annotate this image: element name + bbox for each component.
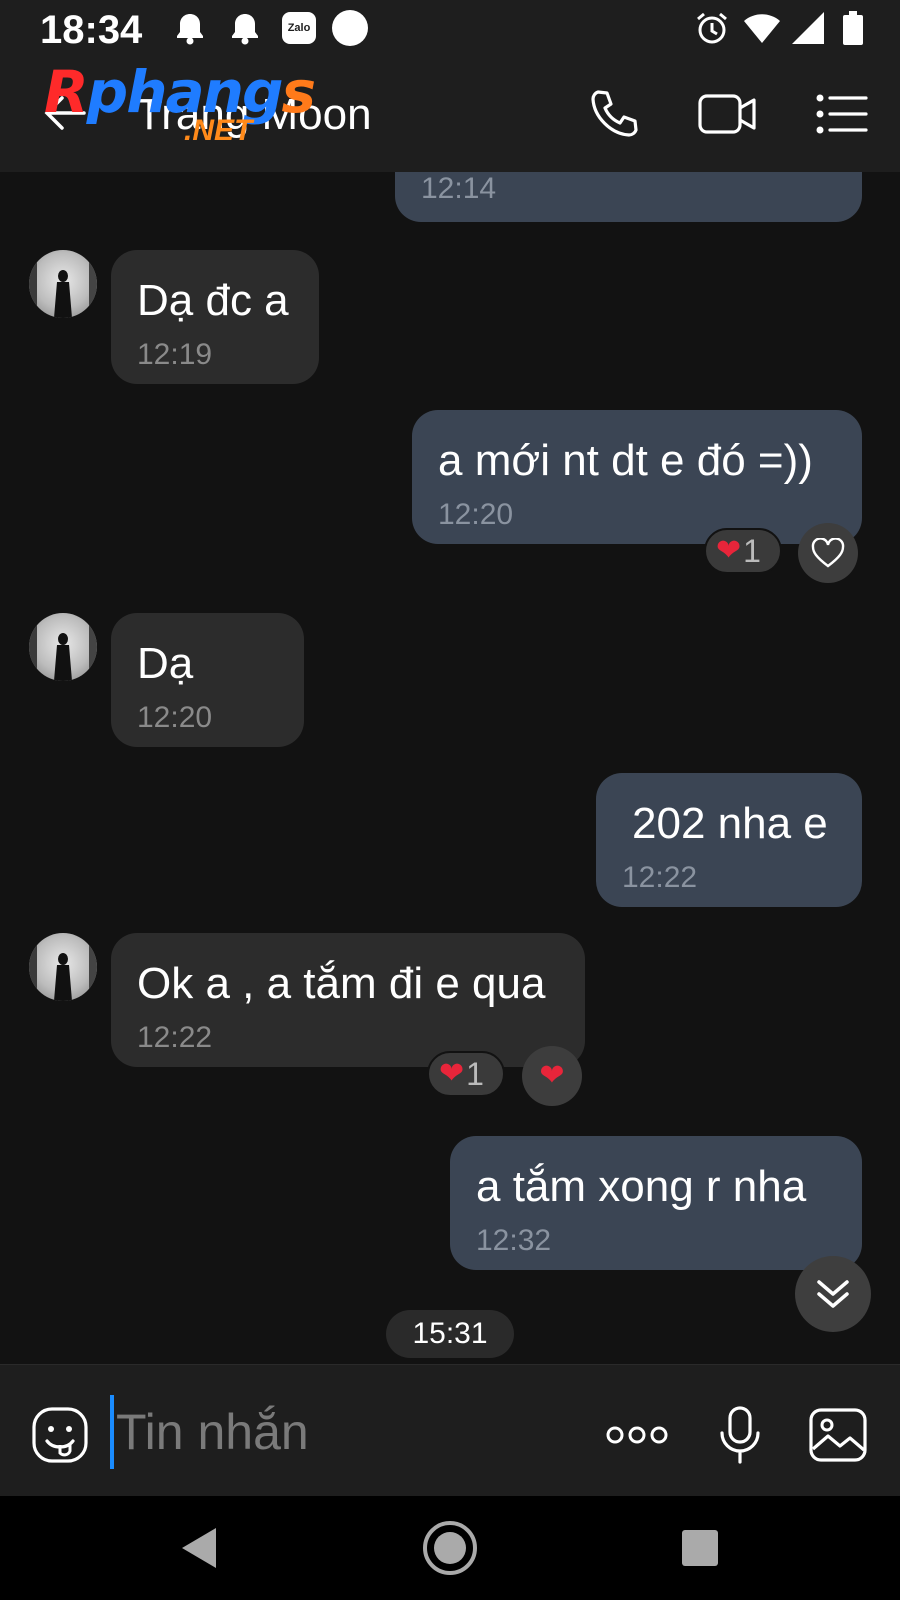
message-list[interactable]: 12:14 Dạ đc a 12:19 a mới nt dt e đó =))… (0, 172, 900, 1364)
heart-outline-icon (811, 538, 845, 568)
avatar[interactable] (29, 933, 97, 1001)
back-arrow-icon[interactable] (40, 88, 90, 138)
chat-header: Trang Moon Rphangs .NET (0, 58, 900, 172)
circle-icon (332, 10, 368, 46)
reaction-summary[interactable]: ❤ 1 (427, 1051, 505, 1097)
message-bubble-outgoing[interactable]: 202 nha e 12:22 (596, 773, 862, 907)
zalo-icon: Zalo (282, 12, 316, 44)
message-time: 12:19 (137, 338, 213, 371)
bell-icon (177, 14, 203, 45)
heart-icon: ❤ (439, 1057, 465, 1090)
reaction-count: 1 (466, 1055, 484, 1092)
message-time: 12:20 (438, 498, 514, 531)
message-input[interactable] (110, 1395, 580, 1469)
react-button[interactable] (798, 523, 858, 583)
avatar[interactable] (29, 613, 97, 681)
contact-name[interactable]: Trang Moon (136, 90, 372, 140)
reaction-summary[interactable]: ❤ 1 (704, 528, 782, 574)
status-bar: 18:34 Zalo (0, 0, 900, 58)
message-text: a mới nt dt e đó =)) (438, 436, 813, 485)
alarm-icon (697, 12, 727, 44)
message-time: 12:14 (421, 172, 497, 205)
message-bubble-incoming[interactable]: Dạ đc a 12:19 (111, 250, 319, 384)
battery-icon (843, 11, 863, 45)
react-button[interactable]: ❤ (522, 1046, 582, 1106)
composer-bar (0, 1364, 900, 1496)
video-call-icon[interactable] (696, 86, 758, 142)
phone-icon[interactable] (586, 86, 642, 142)
wifi-icon (744, 14, 780, 43)
time-separator: 15:31 (386, 1310, 514, 1358)
nav-recents-icon[interactable] (672, 1520, 728, 1576)
message-text: 202 nha e (632, 799, 828, 848)
bell-icon (232, 14, 258, 45)
message-text: Ok a , a tắm đi e qua (137, 959, 546, 1008)
message-text: Dạ đc a (137, 276, 289, 325)
heart-icon: ❤ (539, 1059, 565, 1092)
message-bubble-outgoing[interactable]: 12:14 (395, 172, 862, 222)
message-time: 12:32 (476, 1224, 552, 1257)
double-chevron-down-icon (817, 1280, 849, 1308)
sticker-icon[interactable] (30, 1405, 90, 1465)
microphone-icon[interactable] (710, 1405, 770, 1465)
avatar[interactable] (29, 250, 97, 318)
more-options-icon[interactable] (604, 1405, 670, 1465)
message-text: Dạ (137, 639, 194, 688)
nav-home-icon[interactable] (422, 1520, 478, 1576)
message-bubble-incoming[interactable]: Dạ 12:20 (111, 613, 304, 747)
message-time: 12:22 (622, 861, 698, 894)
nav-back-icon[interactable] (172, 1520, 228, 1576)
message-time: 12:22 (137, 1021, 213, 1054)
message-text: a tắm xong r nha (476, 1162, 807, 1211)
signal-icon (792, 12, 824, 44)
image-icon[interactable] (808, 1405, 868, 1465)
message-time: 12:20 (137, 701, 213, 734)
heart-icon: ❤ (716, 534, 742, 567)
message-bubble-incoming[interactable]: Ok a , a tắm đi e qua 12:22 (111, 933, 585, 1067)
scroll-to-bottom-button[interactable] (795, 1256, 871, 1332)
menu-list-icon[interactable] (814, 86, 870, 142)
message-bubble-outgoing[interactable]: a mới nt dt e đó =)) 12:20 (412, 410, 862, 544)
message-bubble-outgoing[interactable]: a tắm xong r nha 12:32 (450, 1136, 862, 1270)
reaction-count: 1 (743, 532, 761, 569)
status-time: 18:34 (40, 8, 143, 52)
system-navigation-bar (0, 1496, 900, 1600)
